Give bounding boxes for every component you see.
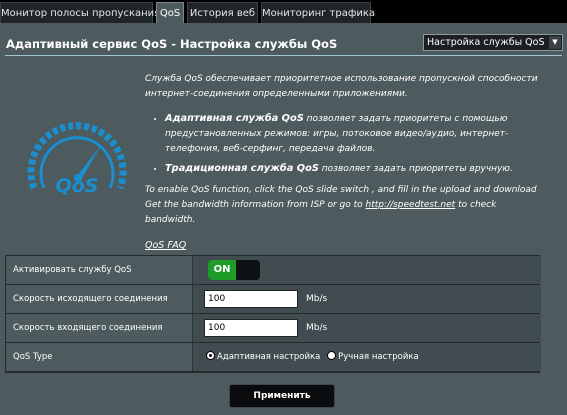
description-bullets: Адаптивная служба QoS позволяет задать п…	[145, 111, 545, 177]
download-unit: Mb/s	[306, 323, 328, 333]
tab-bandwidth-monitor[interactable]: Монитор полосы пропускания	[0, 2, 160, 23]
upload-speed-input[interactable]	[204, 290, 298, 308]
qos-mode-select-value: Настройка службы QoS	[427, 37, 545, 48]
radio-manual-label: Ручная настройка	[338, 352, 419, 362]
download-speed-cell: Mb/s	[192, 314, 541, 342]
qos-logo-icon: QoS	[27, 122, 127, 197]
qos-toggle-switch[interactable]: ON	[208, 260, 260, 280]
tab-qos[interactable]: QoS	[156, 2, 184, 23]
radio-adaptive[interactable]: Адаптивная настройка	[206, 343, 320, 371]
radio-checked-icon[interactable]	[206, 351, 215, 360]
description-intro: Служба QoS обеспечивает приоритетное исп…	[145, 74, 538, 99]
download-speed-label: Скорость входящего соединения	[6, 314, 192, 342]
bullet-text-traditional: позволяет задать приоритеты вручную.	[321, 164, 513, 174]
header-divider	[5, 55, 562, 56]
upload-unit: Mb/s	[306, 294, 328, 304]
qos-type-cell: Адаптивная настройка Ручная настройка	[192, 343, 541, 371]
qos-faq-link[interactable]: QoS FAQ	[145, 238, 186, 253]
enable-qos-cell: ON	[192, 256, 541, 284]
page-header: Адаптивный сервис QoS - Настройка службы…	[0, 23, 567, 63]
qos-mode-select[interactable]: Настройка службы QoS ▼	[423, 34, 563, 51]
radio-manual[interactable]: Ручная настройка	[327, 343, 419, 371]
logo-text: QoS	[56, 175, 99, 197]
apply-button[interactable]: Применить	[229, 384, 335, 408]
bullet-title-traditional: Традиционная служба QoS	[165, 163, 319, 174]
table-row: Скорость исходящего соединения Mb/s	[6, 285, 541, 314]
toggle-knob	[236, 260, 260, 280]
toggle-on-label: ON	[208, 260, 236, 280]
list-item: Традиционная служба QoS позволяет задать…	[165, 161, 545, 177]
speedtest-link[interactable]: http://speedtest.net	[366, 200, 456, 210]
tab-traffic-monitor[interactable]: Мониторинг трафика	[261, 2, 375, 23]
upload-speed-cell: Mb/s	[192, 285, 541, 313]
radio-unchecked-icon[interactable]	[327, 351, 337, 360]
table-row: Скорость входящего соединения Mb/s	[6, 314, 541, 343]
page-title: Адаптивный сервис QoS - Настройка службы…	[6, 37, 338, 51]
download-speed-input[interactable]	[204, 319, 298, 337]
description-english: To enable QoS function, click the QoS sl…	[145, 183, 545, 228]
table-row: QoS Type Адаптивная настройка Ручная нас…	[6, 343, 541, 372]
radio-adaptive-label: Адаптивная настройка	[217, 352, 321, 362]
list-item: Адаптивная служба QoS позволяет задать п…	[165, 111, 545, 157]
qos-description: Служба QoS обеспечивает приоритетное исп…	[145, 72, 545, 254]
enable-qos-label: Активировать службу QoS	[6, 256, 192, 284]
table-row: Активировать службу QoS ON	[6, 256, 541, 285]
settings-table: Активировать службу QoS ON Скорость исхо…	[5, 255, 541, 373]
tab-bar: Монитор полосы пропускания QoS История в…	[0, 0, 567, 23]
tab-web-history[interactable]: История веб	[187, 2, 258, 23]
chevron-down-icon: ▼	[549, 36, 561, 49]
qos-type-radio-group: Адаптивная настройка Ручная настройка	[206, 343, 423, 371]
upload-speed-label: Скорость исходящего соединения	[6, 285, 192, 313]
bullet-title-adaptive: Адаптивная служба QoS	[165, 113, 304, 124]
qos-type-label: QoS Type	[6, 343, 192, 371]
